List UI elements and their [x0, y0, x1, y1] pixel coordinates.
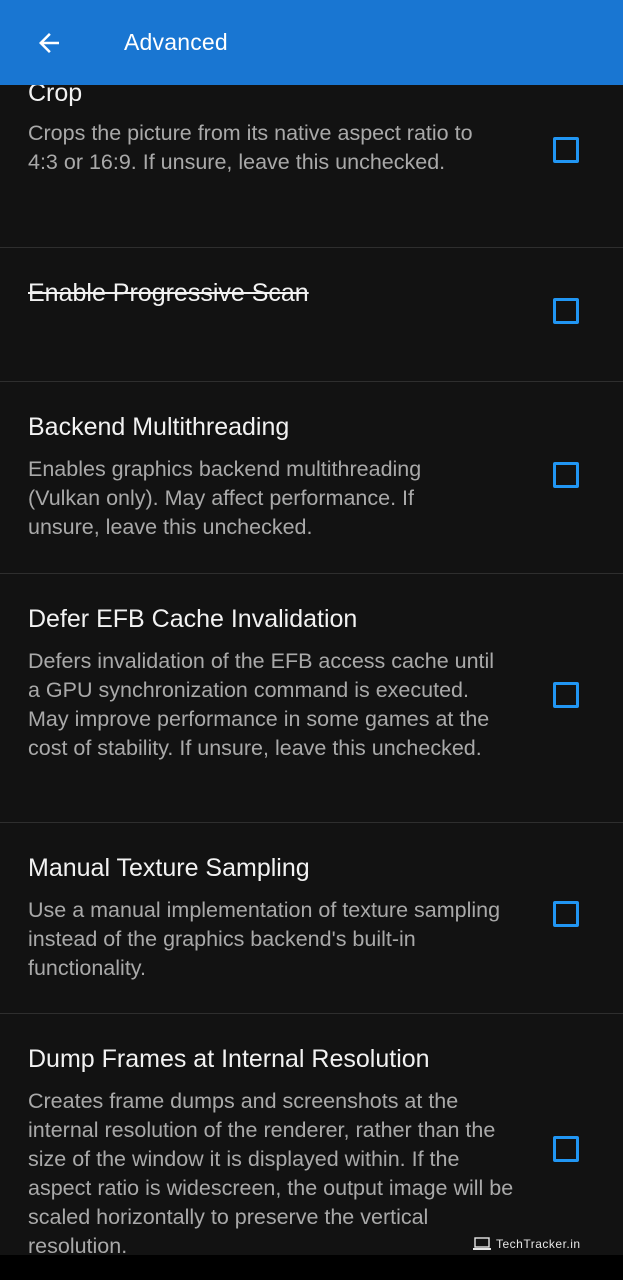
setting-description: Creates frame dumps and screenshots at t… — [28, 1089, 514, 1255]
backend-multithreading-checkbox[interactable] — [553, 462, 579, 488]
setting-title: Crop — [28, 85, 83, 107]
crop-checkbox[interactable] — [553, 137, 579, 163]
setting-dump-frames[interactable]: Dump Frames at Internal Resolution Creat… — [0, 1014, 623, 1255]
settings-list: Crop Crops the picture from its native a… — [0, 85, 623, 1255]
watermark: TechTracker.in — [472, 1237, 581, 1251]
setting-backend-multithreading[interactable]: Backend Multithreading Enables graphics … — [0, 382, 623, 574]
setting-description: Use a manual implementation of texture s… — [28, 898, 501, 980]
page-title: Advanced — [124, 29, 228, 55]
setting-title: Defer EFB Cache Invalidation — [28, 605, 358, 633]
setting-manual-texture-sampling[interactable]: Manual Texture Sampling Use a manual imp… — [0, 823, 623, 1014]
manual-texture-sampling-checkbox[interactable] — [553, 901, 579, 927]
setting-description: Defers invalidation of the EFB access ca… — [28, 649, 495, 760]
setting-title: Enable Progressive Scan — [28, 279, 309, 307]
setting-description: Enables graphics backend multithreading … — [28, 457, 422, 539]
back-button[interactable] — [24, 18, 74, 68]
arrow-left-icon — [39, 32, 59, 53]
dump-frames-checkbox[interactable] — [553, 1136, 579, 1162]
setting-defer-efb-cache[interactable]: Defer EFB Cache Invalidation Defers inva… — [0, 574, 623, 823]
defer-efb-cache-checkbox[interactable] — [553, 682, 579, 708]
setting-title: Dump Frames at Internal Resolution — [28, 1045, 430, 1073]
progressive-scan-checkbox[interactable] — [553, 298, 579, 324]
watermark-text: TechTracker.in — [496, 1237, 581, 1251]
laptop-icon — [473, 1237, 491, 1250]
setting-description: Crops the picture from its native aspect… — [28, 121, 473, 174]
setting-progressive-scan[interactable]: Enable Progressive Scan — [0, 248, 623, 382]
navigation-bar — [0, 1255, 623, 1280]
setting-crop[interactable]: Crop Crops the picture from its native a… — [0, 85, 623, 248]
app-bar: Advanced — [0, 0, 623, 85]
setting-title: Manual Texture Sampling — [28, 854, 310, 882]
setting-title: Backend Multithreading — [28, 413, 290, 441]
